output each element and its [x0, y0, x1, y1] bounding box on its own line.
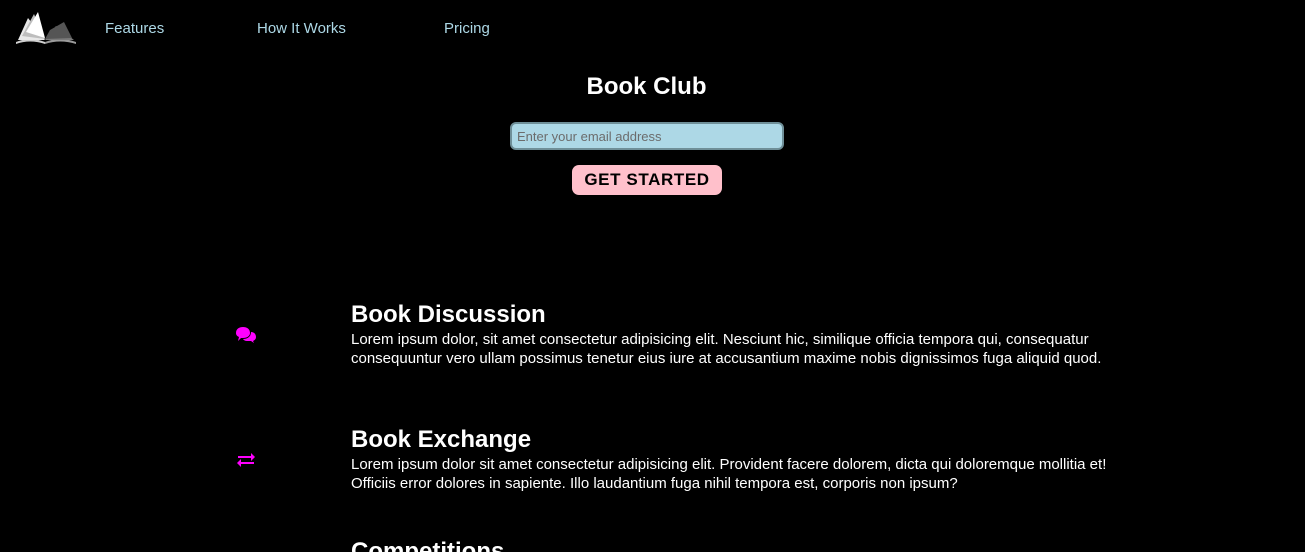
book-logo-icon[interactable] — [14, 12, 78, 46]
feature-title-book-exchange: Book Exchange — [351, 426, 532, 453]
feature-text-book-exchange: Lorem ipsum dolor sit amet consectetur a… — [351, 456, 1107, 492]
get-started-button[interactable]: GET STARTED — [572, 165, 722, 195]
nav-link-how-it-works[interactable]: How It Works — [257, 20, 346, 38]
comments-icon — [232, 325, 260, 345]
feature-title-competitions: Competitions — [351, 538, 505, 552]
nav-link-features[interactable]: Features — [105, 20, 164, 38]
feature-text-book-discussion: Lorem ipsum dolor, sit amet consectetur … — [351, 331, 1102, 367]
exchange-icon — [232, 449, 260, 469]
hero-title: Book Club — [586, 73, 707, 100]
page: Features How It Works Pricing Book Club … — [0, 0, 1305, 552]
feature-title-book-discussion: Book Discussion — [351, 301, 546, 328]
nav-link-pricing[interactable]: Pricing — [444, 20, 490, 38]
email-input[interactable] — [510, 122, 784, 150]
